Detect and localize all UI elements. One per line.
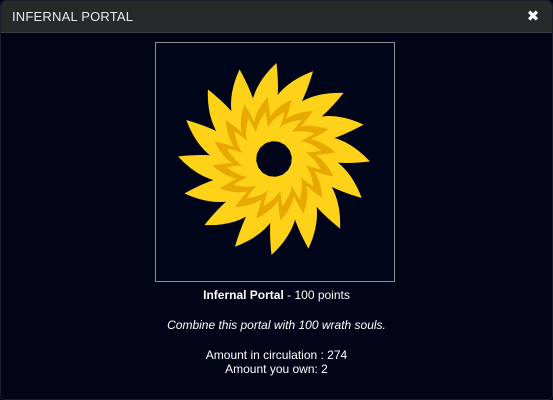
dialog-titlebar: INFERNAL PORTAL ✖	[1, 1, 552, 33]
item-dialog: INFERNAL PORTAL ✖ Infernal Portal - 100 …	[0, 0, 553, 400]
item-image-frame	[155, 42, 395, 282]
circulation-amount: Amount in circulation : 274	[205, 348, 348, 362]
owned-amount: Amount you own: 2	[225, 362, 328, 376]
item-description: Combine this portal with 100 wrath souls…	[167, 318, 386, 332]
item-name: Infernal Portal	[203, 288, 284, 302]
dialog-title: INFERNAL PORTAL	[12, 9, 134, 24]
portal-center-hole	[257, 142, 291, 176]
item-points: - 100 points	[283, 288, 350, 302]
close-icon[interactable]: ✖	[526, 9, 540, 24]
portal-spiral-icon	[178, 63, 370, 255]
item-caption: Infernal Portal - 100 points	[1, 288, 552, 302]
